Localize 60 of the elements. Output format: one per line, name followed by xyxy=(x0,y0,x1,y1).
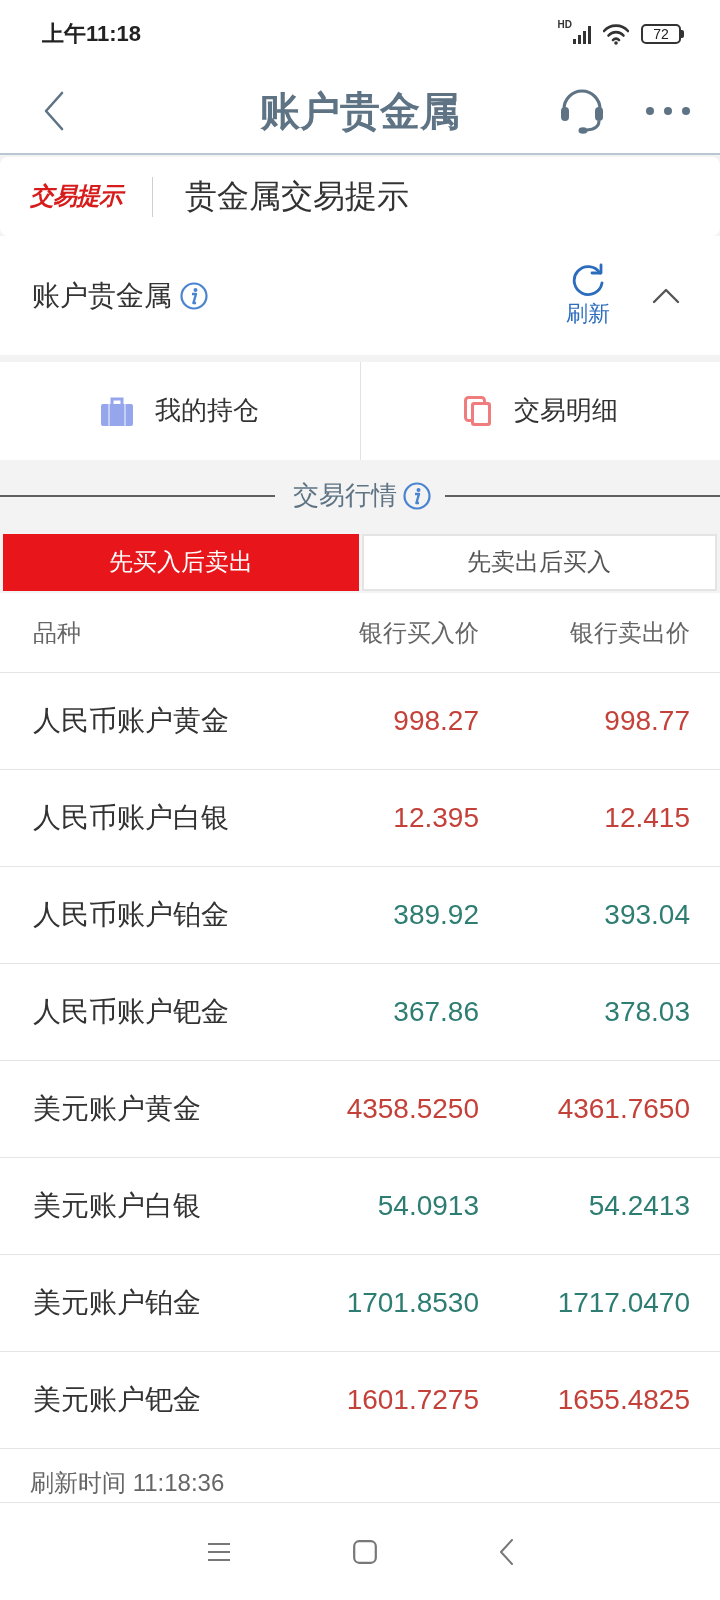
sell-price: 378.03 xyxy=(603,995,690,1029)
account-title: 账户贵金属 xyxy=(32,278,172,313)
refresh-icon xyxy=(571,263,605,298)
price-row[interactable]: 人民币账户铂金 389.92 393.04 xyxy=(0,867,720,964)
headset-icon[interactable] xyxy=(558,86,606,135)
buy-price: 54.0913 xyxy=(376,1189,479,1223)
page-title: 账户贵金属 xyxy=(259,87,461,135)
more-icon[interactable] xyxy=(646,105,690,116)
info-icon[interactable] xyxy=(403,482,431,510)
column-header: 银行卖出价 xyxy=(569,617,690,648)
network-label: HD xyxy=(557,20,572,30)
price-row[interactable]: 人民币账户黄金 998.27 998.77 xyxy=(0,673,720,770)
product-name: 美元账户钯金 xyxy=(33,1383,202,1417)
product-name: 美元账户铂金 xyxy=(33,1286,202,1320)
price-row[interactable]: 美元账户铂金 1701.8530 1717.0470 xyxy=(0,1255,720,1352)
price-row[interactable]: 美元账户白银 54.0913 54.2413 xyxy=(0,1158,720,1255)
sell-price: 393.04 xyxy=(603,898,690,932)
product-name: 美元账户黄金 xyxy=(33,1092,202,1126)
back-icon[interactable] xyxy=(498,1538,514,1565)
buy-price: 1601.7275 xyxy=(345,1383,479,1417)
column-header: 品种 xyxy=(33,617,82,648)
sell-price: 54.2413 xyxy=(587,1189,690,1223)
sell-price: 12.415 xyxy=(603,801,690,835)
briefcase-icon xyxy=(101,396,133,426)
sell-price: 1655.4825 xyxy=(556,1383,690,1417)
square-icon[interactable] xyxy=(352,1539,377,1564)
price-row[interactable]: 美元账户钯金 1601.7275 1655.4825 xyxy=(0,1352,720,1449)
copy-icon xyxy=(463,395,492,427)
refresh-time: 刷新时间 11:18:36 xyxy=(30,1469,225,1498)
wifi-icon xyxy=(603,23,629,45)
battery-level-text: 72 xyxy=(653,27,669,41)
buy-price: 389.92 xyxy=(392,898,479,932)
signal-icon xyxy=(573,24,591,44)
buy-price: 1701.8530 xyxy=(345,1286,479,1320)
trade-tab[interactable]: 先卖出后买入 xyxy=(361,534,717,591)
section-title: 交易行情 xyxy=(292,480,398,512)
price-row[interactable]: 美元账户黄金 4358.5250 4361.7650 xyxy=(0,1061,720,1158)
info-icon[interactable] xyxy=(180,281,208,310)
menu-icon[interactable] xyxy=(206,1541,231,1562)
buy-price: 998.27 xyxy=(392,704,479,738)
price-row[interactable]: 人民币账户白银 12.395 12.415 xyxy=(0,770,720,867)
sell-price: 4361.7650 xyxy=(556,1092,690,1126)
product-name: 人民币账户钯金 xyxy=(33,995,230,1029)
buy-price: 4358.5250 xyxy=(345,1092,479,1126)
back-icon[interactable] xyxy=(42,90,64,131)
sell-price: 1717.0470 xyxy=(556,1286,690,1320)
status-time: 上午11:18 xyxy=(42,23,142,45)
column-header: 银行买入价 xyxy=(358,617,479,648)
product-name: 美元账户白银 xyxy=(33,1189,202,1223)
product-name: 人民币账户黄金 xyxy=(33,704,230,738)
trade-tab[interactable]: 先买入后卖出 xyxy=(3,534,359,591)
buy-price: 367.86 xyxy=(392,995,479,1029)
refresh-button[interactable]: 刷新 xyxy=(566,263,610,328)
sell-price: 998.77 xyxy=(603,704,690,738)
notice-title: 贵金属交易提示 xyxy=(185,177,409,216)
product-name: 人民币账户白银 xyxy=(33,801,230,835)
product-name: 人民币账户铂金 xyxy=(33,898,230,932)
buy-price: 12.395 xyxy=(392,801,479,835)
price-row[interactable]: 人民币账户钯金 367.86 378.03 xyxy=(0,964,720,1061)
notice-banner[interactable]: 交易提示 贵金属交易提示 xyxy=(0,157,720,236)
